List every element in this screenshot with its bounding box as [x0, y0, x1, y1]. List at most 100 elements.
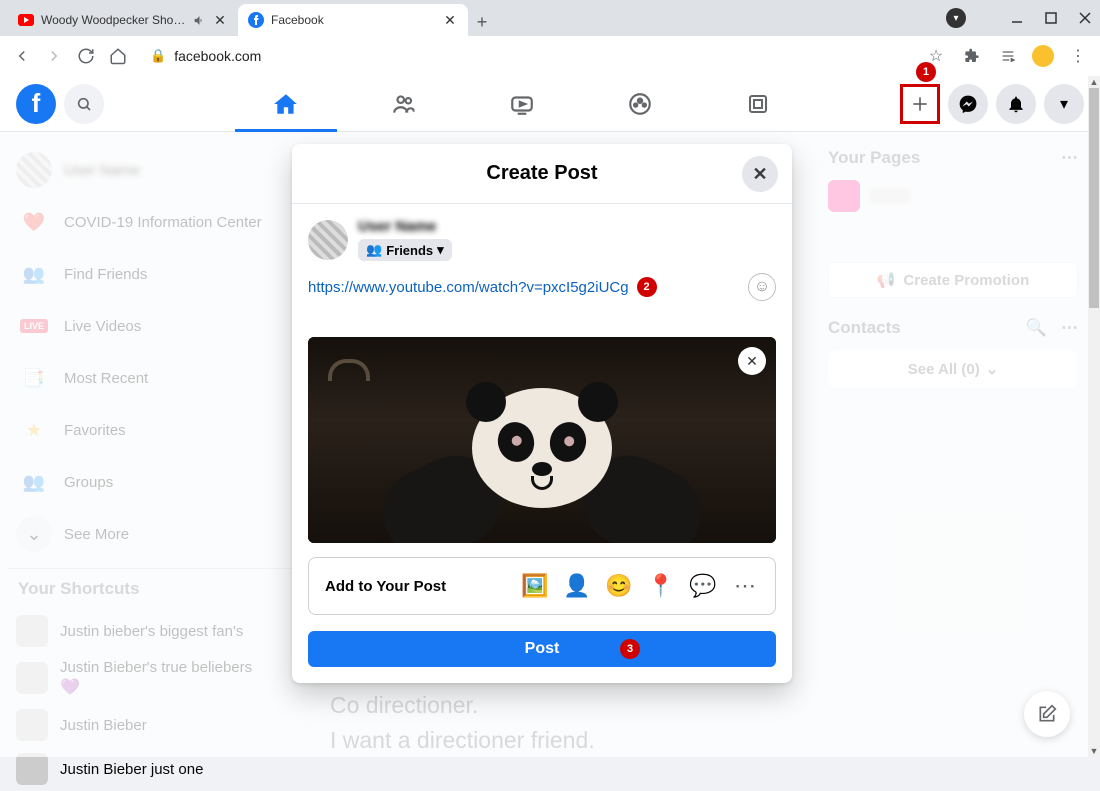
url-input[interactable]: 🔒 facebook.com — [138, 41, 906, 71]
feeling-icon[interactable]: 😊 — [605, 573, 633, 599]
shortcut-item[interactable]: Justin bieber's biggest fan's — [8, 609, 292, 653]
shortcut-thumb — [16, 709, 48, 741]
user-avatar-icon[interactable] — [1032, 45, 1054, 67]
scrollbar[interactable]: ▲ ▼ — [1088, 76, 1100, 757]
new-message-fab[interactable] — [1024, 691, 1070, 737]
shortcut-thumb — [16, 753, 48, 785]
shortcut-thumb — [16, 662, 48, 694]
sidebar-item-groups[interactable]: 👥Groups — [8, 456, 292, 508]
minimize-button[interactable] — [1010, 11, 1024, 25]
notifications-button[interactable] — [996, 84, 1036, 124]
reading-list-icon[interactable] — [996, 44, 1020, 68]
tab-youtube[interactable]: Woody Woodpecker Show | ✕ — [8, 4, 238, 36]
window-controls: ▾ — [946, 8, 1092, 28]
home-button[interactable] — [106, 44, 130, 68]
fb-logo[interactable]: f — [16, 84, 56, 124]
sidebar-profile[interactable]: User Name — [8, 144, 292, 196]
messenger-button[interactable] — [948, 84, 988, 124]
compose-area[interactable]: https://www.youtube.com/watch?v=pxcI5g2i… — [308, 273, 776, 301]
close-button[interactable]: ✕ — [742, 156, 778, 192]
more-icon[interactable]: ⋯ — [1061, 318, 1078, 338]
browser-chrome: Woody Woodpecker Show | ✕ Facebook ✕ + ▾… — [0, 0, 1100, 76]
nav-home[interactable] — [231, 78, 341, 130]
tag-people-icon[interactable]: 👤 — [563, 573, 591, 599]
nav-groups[interactable] — [585, 78, 695, 130]
heart-icon: ❤️ — [16, 204, 52, 240]
forward-button[interactable] — [42, 44, 66, 68]
menu-icon[interactable]: ⋮ — [1066, 44, 1090, 68]
friends-icon: 👥 — [366, 242, 382, 258]
close-icon[interactable]: ✕ — [442, 12, 458, 28]
scrollbar-thumb[interactable] — [1089, 88, 1099, 308]
avatar — [16, 152, 52, 188]
close-icon[interactable]: ✕ — [212, 12, 228, 28]
reload-button[interactable] — [74, 44, 98, 68]
create-promotion-button[interactable]: 📢Create Promotion — [828, 262, 1078, 298]
nav-gaming[interactable] — [703, 78, 813, 130]
search-icon[interactable]: 🔍 — [1026, 318, 1047, 338]
caret-down-icon: ▾ — [437, 242, 444, 258]
search-button[interactable] — [64, 84, 104, 124]
window-close-button[interactable] — [1078, 11, 1092, 25]
new-tab-button[interactable]: + — [468, 8, 496, 36]
chevron-down-icon: ⌄ — [16, 516, 52, 552]
nav-watch[interactable] — [467, 78, 577, 130]
sidebar-item-favorites[interactable]: ★Favorites — [8, 404, 292, 456]
url-text: facebook.com — [174, 48, 261, 64]
right-sidebar: Your Pages ⋯ 📢Create Promotion Contacts 🔍 ⋯… — [818, 132, 1088, 404]
remove-preview-button[interactable]: ✕ — [738, 347, 766, 375]
sidebar-item-recent[interactable]: 📑Most Recent — [8, 352, 292, 404]
back-button[interactable] — [10, 44, 34, 68]
star-icon: ★ — [16, 412, 52, 448]
recent-icon: 📑 — [16, 360, 52, 396]
avatar — [308, 220, 348, 260]
shortcut-item[interactable]: Justin Bieber — [8, 703, 292, 747]
check-in-icon[interactable]: 📍 — [647, 573, 675, 599]
profile-icon[interactable]: ▾ — [946, 8, 966, 28]
shortcut-item[interactable]: Justin Bieber just one — [8, 747, 292, 791]
tab-facebook[interactable]: Facebook ✕ — [238, 4, 468, 36]
fb-header: f ▾ — [0, 76, 1100, 132]
groups-icon: 👥 — [16, 464, 52, 500]
gif-icon[interactable]: 💬 — [689, 573, 717, 599]
photo-video-icon[interactable]: 🖼️ — [521, 573, 549, 599]
sidebar-item-live[interactable]: LIVELive Videos — [8, 300, 292, 352]
sidebar-item-friends[interactable]: 👥Find Friends — [8, 248, 292, 300]
tab-title: Facebook — [271, 13, 436, 27]
annotation-3: 3 — [620, 639, 640, 659]
sidebar-see-more[interactable]: ⌄See More — [8, 508, 292, 560]
preview-image — [308, 337, 776, 543]
tab-strip: Woody Woodpecker Show | ✕ Facebook ✕ + — [0, 0, 1100, 36]
create-button[interactable] — [900, 84, 940, 124]
annotation-2: 2 — [637, 277, 657, 297]
feed-text: Co directioner. I want a directioner fri… — [330, 688, 595, 757]
your-pages-header: Your Pages — [828, 148, 920, 168]
contacts-header: Contacts — [828, 318, 901, 338]
maximize-button[interactable] — [1044, 11, 1058, 25]
extensions-icon[interactable] — [960, 44, 984, 68]
more-icon[interactable]: ⋯ — [731, 573, 759, 599]
modal-header: Create Post ✕ — [292, 144, 792, 204]
see-all-button[interactable]: See All (0)⌄ — [828, 350, 1078, 388]
post-button[interactable]: Post 3 — [308, 631, 776, 667]
facebook-icon — [248, 12, 264, 28]
shortcut-item[interactable]: Justin Bieber's true beliebers💜 — [8, 653, 292, 703]
modal-title: Create Post — [486, 162, 597, 184]
account-menu[interactable]: ▾ — [1044, 84, 1084, 124]
more-icon[interactable]: ⋯ — [1061, 148, 1078, 168]
chevron-down-icon: ⌄ — [986, 360, 999, 378]
author-row: User Name 👥 Friends ▾ — [308, 218, 776, 261]
shortcuts-header: Your Shortcuts — [8, 568, 292, 609]
emoji-button[interactable]: ☺ — [748, 273, 776, 301]
nav-friends[interactable] — [349, 78, 459, 130]
audio-icon[interactable] — [193, 14, 206, 27]
sidebar-item-covid[interactable]: ❤️COVID-19 Information Center — [8, 196, 292, 248]
page-thumb[interactable] — [828, 180, 860, 212]
page-name — [870, 189, 910, 203]
scroll-up-icon[interactable]: ▲ — [1088, 76, 1100, 88]
friends-icon: 👥 — [16, 256, 52, 292]
link-text: https://www.youtube.com/watch?v=pxcI5g2i… — [308, 279, 629, 296]
megaphone-icon: 📢 — [877, 271, 896, 289]
scroll-down-icon[interactable]: ▼ — [1088, 745, 1100, 757]
audience-selector[interactable]: 👥 Friends ▾ — [358, 239, 452, 261]
